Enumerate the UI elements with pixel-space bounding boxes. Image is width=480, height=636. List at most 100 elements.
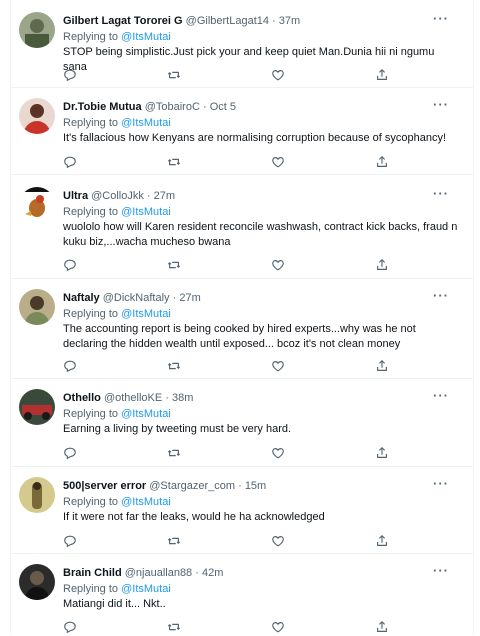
timestamp[interactable]: · 15m (238, 480, 266, 492)
author-handle[interactable]: @njauallan88 (125, 567, 192, 579)
more-icon[interactable]: ··· (433, 389, 449, 403)
timestamp[interactable]: · 37m (272, 15, 300, 27)
like-icon[interactable] (271, 155, 287, 171)
share-icon[interactable] (375, 534, 391, 550)
tweet-text: Earning a living by tweeting must be ver… (63, 423, 292, 435)
avatar[interactable] (19, 389, 55, 425)
avatar[interactable] (19, 289, 55, 325)
avatar[interactable] (19, 564, 55, 600)
tweet-text: wuololo how will Karen resident reconcil… (63, 221, 458, 248)
avatar[interactable] (19, 98, 55, 134)
tweet-actions (63, 534, 403, 550)
timestamp[interactable]: · 38m (165, 392, 193, 404)
mention-link[interactable]: @ItsMutai (121, 496, 171, 508)
tweet-actions (63, 620, 403, 636)
reply-tweet[interactable]: Othello @othelloKE · 38m ··· Replying to… (11, 379, 473, 467)
reply-tweet[interactable]: 500|server error @Stargazer_com · 15m ··… (11, 467, 473, 554)
replying-to: Replying to @ItsMutai (63, 30, 171, 44)
tweet-actions (63, 359, 403, 375)
like-icon[interactable] (271, 359, 287, 375)
author-handle[interactable]: @GilbertLagat14 (186, 15, 269, 27)
timestamp[interactable]: · 42m (195, 567, 223, 579)
share-icon[interactable] (375, 155, 391, 171)
author-name[interactable]: Othello (63, 392, 101, 404)
more-icon[interactable]: ··· (433, 564, 449, 578)
retweet-icon[interactable] (167, 620, 183, 636)
replying-to-label: Replying to (63, 583, 119, 595)
like-icon[interactable] (271, 68, 287, 84)
mention-link[interactable]: @ItsMutai (121, 583, 171, 595)
replying-to-label: Replying to (63, 408, 119, 420)
author-handle[interactable]: @ColloJkk (91, 190, 144, 202)
like-icon[interactable] (271, 258, 287, 274)
replying-to: Replying to @ItsMutai (63, 495, 171, 509)
tweet-actions (63, 155, 403, 171)
replying-to: Replying to @ItsMutai (63, 582, 171, 596)
retweet-icon[interactable] (167, 534, 183, 550)
reply-icon[interactable] (63, 359, 79, 375)
retweet-icon[interactable] (167, 155, 183, 171)
avatar[interactable] (19, 12, 55, 48)
tweet-text: Matiangi did it... Nkt.. (63, 598, 166, 610)
replying-to-label: Replying to (63, 308, 119, 320)
tweet-text: The accounting report is being cooked by… (63, 323, 416, 350)
author-name[interactable]: Brain Child (63, 567, 122, 579)
share-icon[interactable] (375, 68, 391, 84)
replying-to: Replying to @ItsMutai (63, 116, 171, 130)
reply-tweet[interactable]: Naftaly @DickNaftaly · 27m ··· Replying … (11, 279, 473, 379)
more-icon[interactable]: ··· (433, 289, 449, 303)
more-icon[interactable]: ··· (433, 187, 449, 201)
author-name[interactable]: Naftaly (63, 292, 100, 304)
like-icon[interactable] (271, 446, 287, 462)
mention-link[interactable]: @ItsMutai (121, 308, 171, 320)
tweet-actions (63, 68, 403, 84)
share-icon[interactable] (375, 258, 391, 274)
reply-icon[interactable] (63, 68, 79, 84)
avatar[interactable] (19, 477, 55, 513)
replying-to-label: Replying to (63, 496, 119, 508)
more-icon[interactable]: ··· (433, 12, 449, 26)
reply-tweet[interactable]: Gilbert Lagat Tororei G @GilbertLagat14 … (11, 0, 473, 88)
timestamp[interactable]: · 27m (173, 292, 201, 304)
avatar[interactable] (19, 187, 55, 223)
reply-icon[interactable] (63, 155, 79, 171)
share-icon[interactable] (375, 359, 391, 375)
author-handle[interactable]: @Stargazer_com (149, 480, 235, 492)
tweet-text: It's fallacious how Kenyans are normalis… (63, 132, 447, 144)
mention-link[interactable]: @ItsMutai (121, 206, 171, 218)
reply-icon[interactable] (63, 620, 79, 636)
mention-link[interactable]: @ItsMutai (121, 117, 171, 129)
like-icon[interactable] (271, 620, 287, 636)
share-icon[interactable] (375, 446, 391, 462)
retweet-icon[interactable] (167, 359, 183, 375)
author-name[interactable]: Ultra (63, 190, 88, 202)
reply-icon[interactable] (63, 534, 79, 550)
retweet-icon[interactable] (167, 258, 183, 274)
share-icon[interactable] (375, 620, 391, 636)
more-icon[interactable]: ··· (433, 477, 449, 491)
mention-link[interactable]: @ItsMutai (121, 408, 171, 420)
tweet-text: If it were not far the leaks, would he h… (63, 511, 325, 523)
author-name[interactable]: Dr.Tobie Mutua (63, 101, 142, 113)
author-handle[interactable]: @othelloKE (104, 392, 162, 404)
replying-to-label: Replying to (63, 206, 119, 218)
timestamp[interactable]: · 27m (147, 190, 175, 202)
tweet-actions (63, 258, 403, 274)
author-name[interactable]: Gilbert Lagat Tororei G (63, 15, 183, 27)
retweet-icon[interactable] (167, 446, 183, 462)
mention-link[interactable]: @ItsMutai (121, 31, 171, 43)
reply-tweet[interactable]: Brain Child @njauallan88 · 42m ··· Reply… (11, 554, 473, 635)
timestamp[interactable]: · Oct 5 (203, 101, 236, 113)
reply-icon[interactable] (63, 446, 79, 462)
replying-to-label: Replying to (63, 31, 119, 43)
like-icon[interactable] (271, 534, 287, 550)
retweet-icon[interactable] (167, 68, 183, 84)
reply-icon[interactable] (63, 258, 79, 274)
author-handle[interactable]: @TobairoC (145, 101, 200, 113)
author-handle[interactable]: @DickNaftaly (103, 292, 170, 304)
more-icon[interactable]: ··· (433, 98, 449, 112)
author-name[interactable]: 500|server error (63, 480, 146, 492)
reply-tweet[interactable]: Dr.Tobie Mutua @TobairoC · Oct 5 ··· Rep… (11, 88, 473, 175)
tweet-actions (63, 446, 403, 462)
reply-tweet[interactable]: Ultra @ColloJkk · 27m ··· Replying to @I… (11, 175, 473, 279)
